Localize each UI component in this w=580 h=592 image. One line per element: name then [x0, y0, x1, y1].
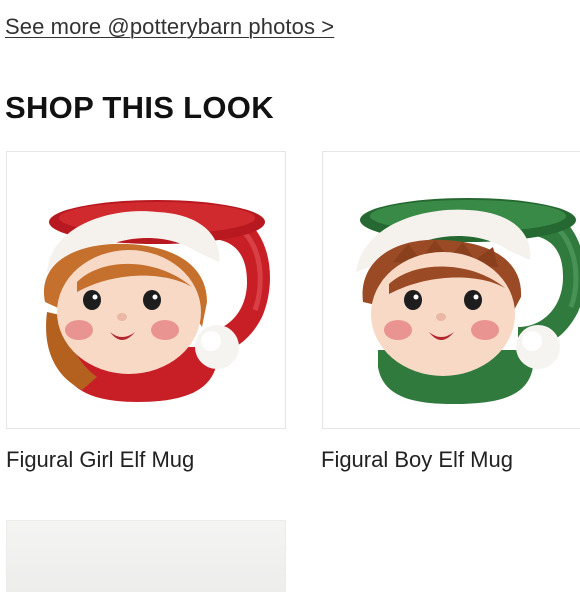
product-card-girl-elf-mug[interactable] — [6, 151, 286, 429]
product-name-boy-elf-mug[interactable]: Figural Boy Elf Mug — [321, 447, 513, 473]
product-name-girl-elf-mug[interactable]: Figural Girl Elf Mug — [6, 447, 194, 473]
product-card-partial[interactable] — [6, 520, 286, 592]
product-card-boy-elf-mug[interactable] — [322, 151, 580, 429]
product-image-girl-elf-mug — [43, 200, 270, 402]
see-more-photos-link[interactable]: See more @potterybarn photos > — [5, 14, 334, 40]
section-title: SHOP THIS LOOK — [5, 90, 274, 125]
product-image-boy-elf-mug — [356, 198, 580, 404]
